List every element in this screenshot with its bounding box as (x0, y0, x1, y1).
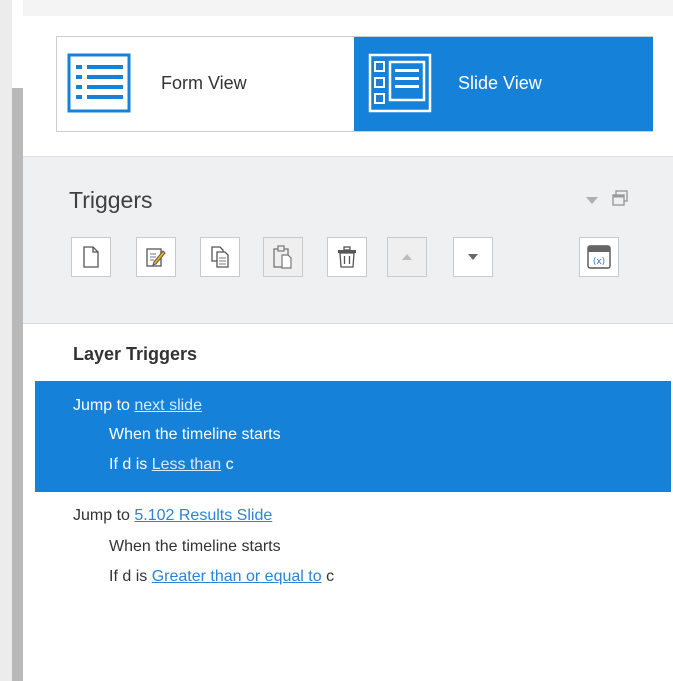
variable-icon: (x) (587, 245, 611, 269)
trigger-target-link[interactable]: 5.102 Results Slide (134, 507, 272, 524)
edit-icon (145, 246, 167, 268)
copy-trigger-button[interactable] (200, 237, 240, 277)
move-down-button[interactable] (453, 237, 493, 277)
trigger-condition-line: If d is Greater than or equal to c (109, 568, 335, 585)
trigger-action-line: Jump to 5.102 Results Slide (73, 507, 273, 524)
trigger-action-line: Jump to next slide (73, 397, 202, 414)
copy-icon (209, 246, 231, 268)
top-strip (23, 0, 673, 16)
trigger-condition-line: If d is Less than c (109, 456, 234, 473)
svg-text:(x): (x) (593, 257, 605, 267)
form-view-button[interactable]: Form View (57, 37, 354, 131)
condition-operator-link[interactable]: Less than (152, 456, 221, 473)
new-document-icon (82, 246, 100, 268)
triangle-down-icon (467, 253, 479, 261)
new-trigger-button[interactable] (71, 237, 111, 277)
view-toggle: Form View Slide View (56, 36, 653, 132)
trigger-target-link[interactable]: next slide (134, 397, 202, 414)
panel-menu-icon[interactable] (586, 197, 598, 204)
triggers-panel: Triggers (x) (23, 156, 673, 324)
paste-icon (272, 245, 294, 269)
panel-title: Triggers (69, 187, 153, 213)
trigger-when-line: When the timeline starts (109, 426, 281, 443)
scrollbar[interactable] (12, 88, 23, 681)
trigger-item-2[interactable]: Jump to 5.102 Results Slide When the tim… (35, 498, 671, 598)
slide-view-button[interactable]: Slide View (354, 37, 653, 131)
triangle-up-icon (401, 253, 413, 261)
edit-trigger-button[interactable] (136, 237, 176, 277)
slide-view-icon (368, 53, 432, 118)
form-view-icon (67, 53, 131, 118)
slide-view-label: Slide View (458, 73, 542, 93)
panel-restore-icon[interactable] (612, 190, 628, 206)
paste-trigger-button[interactable] (263, 237, 303, 277)
condition-operator-link[interactable]: Greater than or equal to (152, 568, 322, 585)
delete-trigger-button[interactable] (327, 237, 367, 277)
trigger-item-1[interactable]: Jump to next slide When the timeline sta… (35, 381, 671, 492)
variables-button[interactable]: (x) (579, 237, 619, 277)
layer-triggers-heading: Layer Triggers (73, 344, 198, 364)
trigger-when-line: When the timeline starts (109, 538, 281, 555)
left-border (0, 0, 12, 681)
trash-icon (337, 246, 357, 268)
form-view-label: Form View (161, 73, 247, 93)
move-up-button[interactable] (387, 237, 427, 277)
